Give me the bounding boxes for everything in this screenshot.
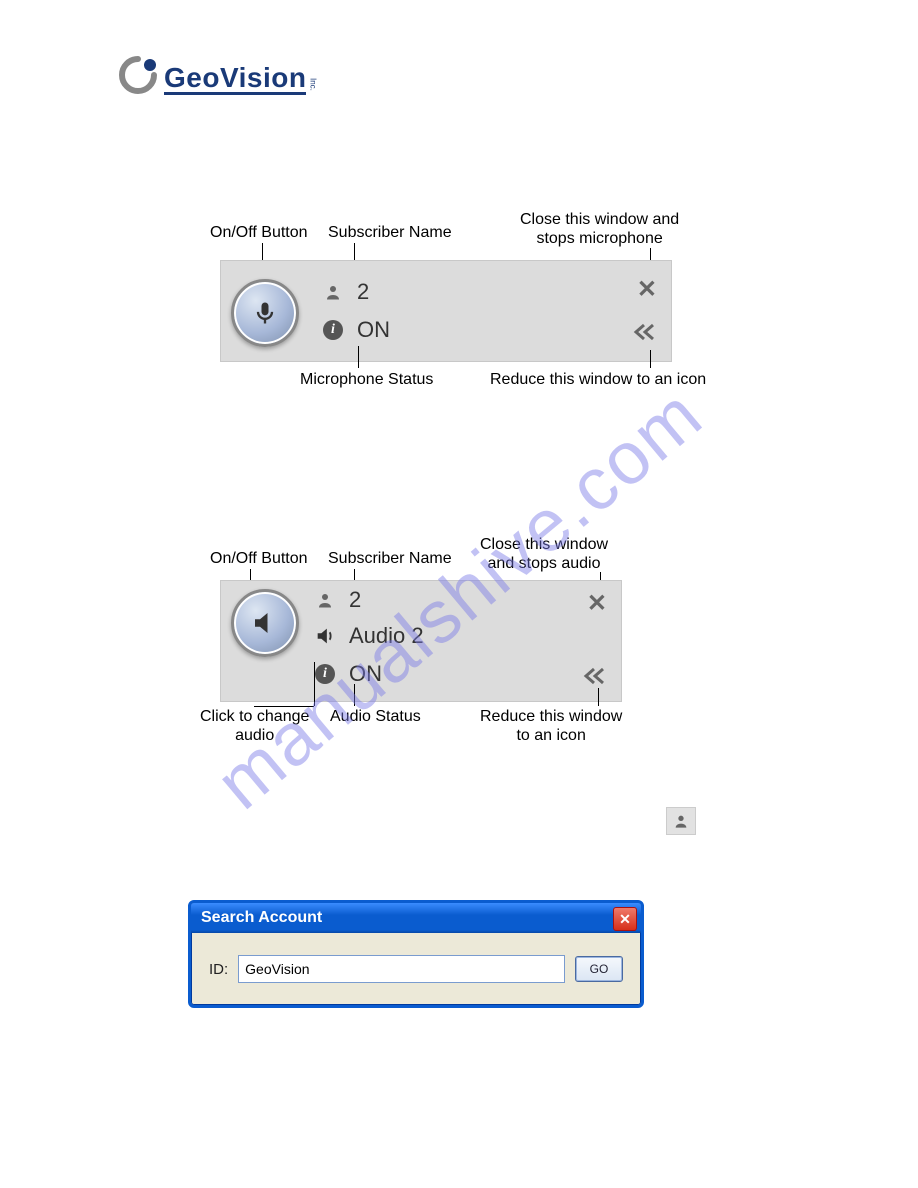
microphone-panel: 2 i ON ✕: [220, 260, 672, 362]
brand-logo: GeoVision Inc.: [118, 55, 317, 95]
audio-subscriber-value: 2: [349, 587, 361, 613]
ann-mic-minimize: Reduce this window to an icon: [490, 370, 706, 389]
ann-mic-onoff: On/Off Button: [210, 223, 308, 242]
go-button[interactable]: GO: [575, 956, 623, 982]
audio-minimize-button[interactable]: [583, 665, 607, 691]
audio-toggle-button[interactable]: [231, 589, 299, 657]
logo-inc: Inc.: [308, 78, 317, 95]
annotation-line: [254, 706, 314, 707]
ann-mic-subscriber: Subscriber Name: [328, 223, 452, 242]
microphone-icon: [251, 299, 279, 327]
person-icon: [321, 280, 345, 304]
mic-minimize-button[interactable]: [633, 321, 657, 347]
ann-audio-close: Close this window and stops audio: [480, 535, 608, 573]
mic-subscriber-value: 2: [357, 279, 369, 305]
ann-audio-minimize: Reduce this window to an icon: [480, 707, 622, 745]
search-body: ID: GO: [191, 933, 641, 1005]
info-icon: i: [323, 320, 343, 340]
person-icon: [673, 813, 689, 829]
ann-audio-status: Audio Status: [330, 707, 421, 726]
annotation-line: [650, 350, 651, 368]
logo-mark-icon: [118, 55, 158, 95]
ann-mic-close: Close this window and stops microphone: [520, 210, 679, 248]
chevron-double-left-icon: [583, 667, 607, 685]
logo-text: GeoVision: [164, 64, 306, 95]
annotation-line: [354, 684, 355, 706]
info-icon: i: [315, 664, 335, 684]
annotation-line: [598, 688, 599, 706]
speaker-icon: [250, 608, 280, 638]
window-titlebar[interactable]: Search Account ✕: [191, 903, 641, 933]
audio-close-button[interactable]: ✕: [587, 589, 607, 618]
ann-audio-subscriber: Subscriber Name: [328, 549, 452, 568]
annotation-line: [314, 662, 315, 706]
id-label: ID:: [209, 961, 228, 978]
audio-panel: 2 Audio 2 i ON ✕: [220, 580, 622, 702]
mic-close-button[interactable]: ✕: [637, 275, 657, 304]
mic-toggle-button[interactable]: [231, 279, 299, 347]
mic-status-value: ON: [357, 317, 390, 343]
annotation-line: [358, 346, 359, 368]
window-title: Search Account: [201, 909, 322, 927]
id-input[interactable]: [238, 955, 565, 983]
ann-audio-onoff: On/Off Button: [210, 549, 308, 568]
person-icon: [313, 588, 337, 612]
ann-audio-change: Click to change audio: [200, 707, 309, 745]
chevron-double-left-icon: [633, 323, 657, 341]
audio-channel-label: Audio 2: [349, 623, 424, 649]
person-icon-button[interactable]: [666, 807, 696, 835]
speaker-small-icon[interactable]: [313, 624, 337, 648]
ann-mic-status: Microphone Status: [300, 370, 433, 389]
go-button-label: GO: [590, 962, 609, 976]
search-account-window: Search Account ✕ ID: GO: [188, 900, 644, 1008]
window-close-button[interactable]: ✕: [613, 907, 637, 931]
